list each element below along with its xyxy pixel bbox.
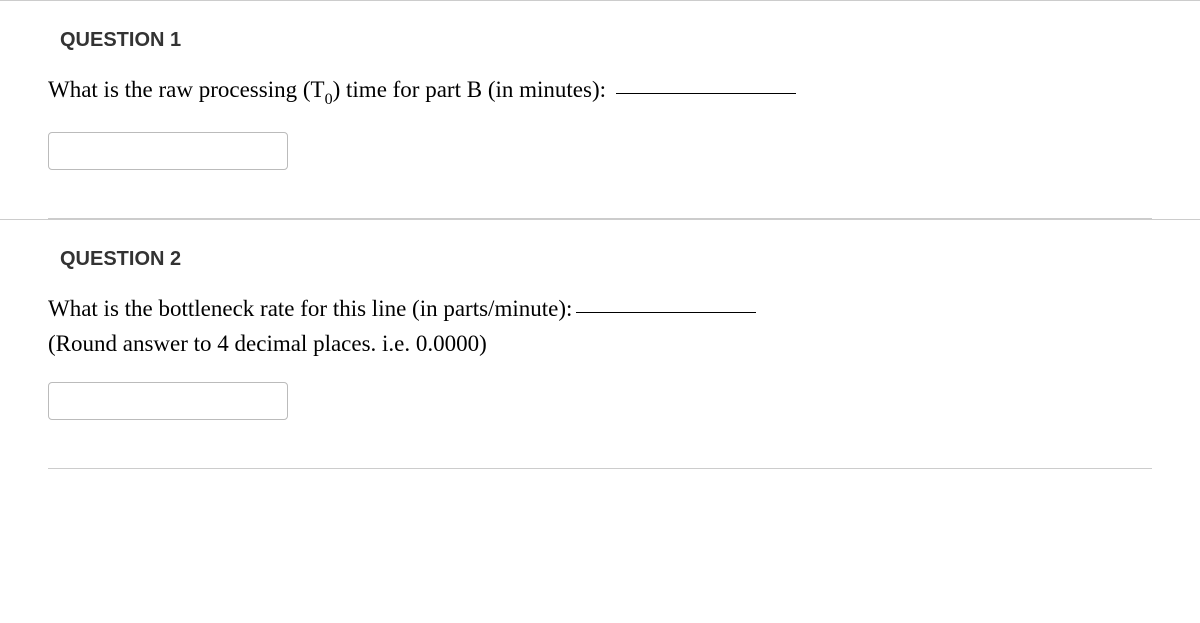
divider — [48, 468, 1152, 469]
question-header: QUESTION 2 — [48, 244, 1152, 291]
question-block-1: QUESTION 1 What is the raw processing (T… — [0, 0, 1200, 219]
question-header: QUESTION 1 — [48, 25, 1152, 72]
question-inner: QUESTION 2 What is the bottleneck rate f… — [0, 220, 1200, 469]
question-prompt: What is the bottleneck rate for this lin… — [48, 291, 1152, 378]
prompt-subscript: 0 — [325, 91, 333, 108]
prompt-text-after: ) time for part B (in minutes): — [333, 77, 612, 102]
answer-blank-line — [576, 312, 756, 313]
question-inner: QUESTION 1 What is the raw processing (T… — [0, 1, 1200, 219]
answer-blank-line — [616, 93, 796, 94]
prompt-line2: (Round answer to 4 decimal places. i.e. … — [48, 331, 487, 356]
prompt-text-before: What is the raw processing (T — [48, 77, 325, 102]
answer-input[interactable] — [48, 132, 288, 170]
question-prompt: What is the raw processing (T0) time for… — [48, 72, 1152, 128]
prompt-text-before: What is the bottleneck rate for this lin… — [48, 296, 572, 321]
question-block-2: QUESTION 2 What is the bottleneck rate f… — [0, 219, 1200, 469]
answer-input[interactable] — [48, 382, 288, 420]
